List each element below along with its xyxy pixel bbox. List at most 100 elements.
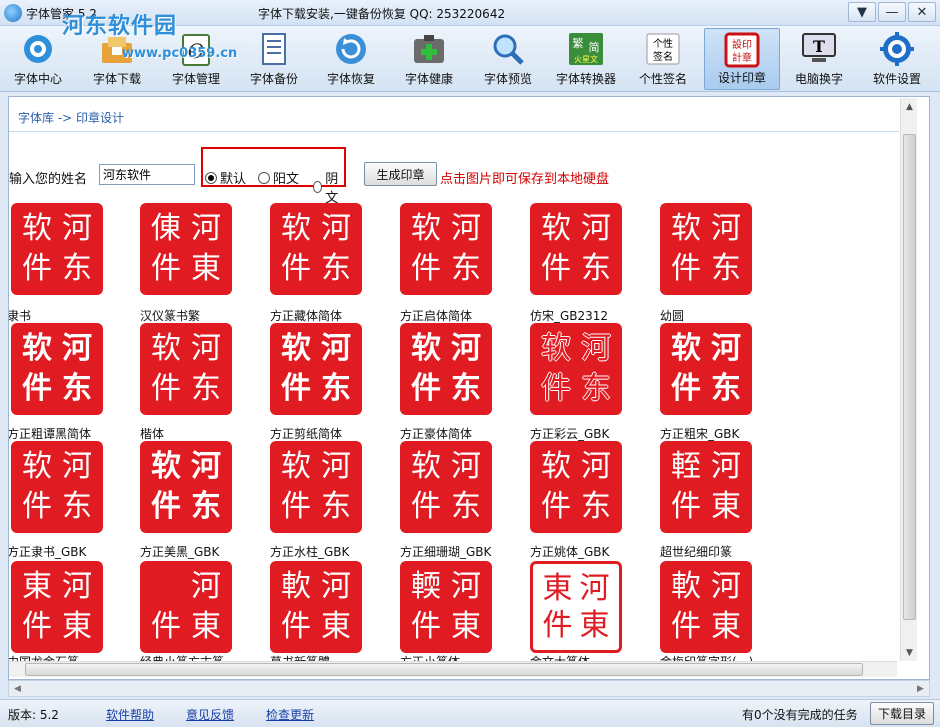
seal-preview-image[interactable]: 软河件东: [270, 323, 362, 415]
seal-char: 软: [671, 211, 701, 246]
toolbar-font-converter[interactable]: 繁简火星文 字体转换器: [548, 28, 624, 90]
seal-char: 東: [579, 607, 610, 643]
seal-char: 东: [711, 371, 741, 406]
scroll-right-arrow-icon[interactable]: ▶: [912, 681, 929, 696]
seal-char: 东: [451, 251, 481, 286]
seal-preview-image[interactable]: 软河件东: [530, 203, 622, 295]
scroll-left-arrow-icon[interactable]: ◀: [9, 681, 26, 696]
seal-char: 東: [191, 251, 221, 286]
toolbar-font-health[interactable]: 字体健康: [391, 28, 467, 90]
seal-preview-image[interactable]: 東河件東: [11, 561, 103, 653]
toolbar-settings-gear[interactable]: 软件设置: [859, 28, 935, 90]
radio-default[interactable]: 默认: [205, 168, 246, 187]
seal-char: 件: [151, 489, 181, 524]
seal-char: 件: [411, 371, 441, 406]
radio-yang[interactable]: 阳文: [258, 168, 299, 187]
toolbar-font-restore[interactable]: 字体恢复: [313, 28, 389, 90]
seal-char: 件: [151, 371, 181, 406]
seal-preview-image[interactable]: 软河件东: [530, 441, 622, 533]
svg-text:計章: 計章: [732, 51, 752, 64]
seal-preview-image[interactable]: 软河件东: [140, 323, 232, 415]
menu-dropdown-button[interactable]: ▼: [848, 2, 876, 22]
seal-preview-image[interactable]: 软河件东: [270, 441, 362, 533]
seal-characters: 软河件东: [17, 209, 97, 289]
toolbar-seal-design[interactable]: 設印 計章 设计印章: [704, 28, 780, 90]
seal-characters: 软河件东: [666, 209, 746, 289]
seal-char: 件: [541, 251, 571, 286]
minimize-button[interactable]: —: [878, 2, 906, 22]
toolbar-computer-font[interactable]: T 电脑换字: [781, 28, 857, 90]
radio-yin[interactable]: 阴文: [313, 168, 344, 206]
svg-text:T: T: [813, 37, 825, 56]
seal-preview-image[interactable]: 河件東: [140, 561, 232, 653]
seal-preview-image[interactable]: 輭河件東: [400, 561, 492, 653]
seal-preview-image[interactable]: 軟河件東: [270, 561, 362, 653]
generate-seal-button[interactable]: 生成印章: [364, 162, 437, 186]
seal-char: 件: [22, 609, 52, 644]
seal-char: 件: [541, 371, 571, 406]
seal-preview-image[interactable]: 软河件东: [270, 203, 362, 295]
seal-char: 輊: [671, 449, 701, 484]
close-button[interactable]: ✕: [908, 2, 936, 22]
seal-preview-image[interactable]: 软河件东: [11, 441, 103, 533]
toolbar-label: 字体下载: [92, 72, 141, 86]
seal-preview-image[interactable]: 輊河件東: [660, 441, 752, 533]
name-input[interactable]: [99, 164, 195, 185]
seal-char: 河: [579, 570, 610, 606]
seal-char: 河: [321, 449, 351, 484]
seal-preview-image[interactable]: 東河件東: [530, 561, 622, 653]
vertical-scrollbar[interactable]: ▲ ▼: [900, 98, 917, 661]
window-controls: ▼ — ✕: [848, 2, 936, 22]
scroll-up-arrow-icon[interactable]: ▲: [901, 98, 918, 115]
seal-char: 河: [62, 331, 92, 366]
seal-char: 软: [281, 211, 311, 246]
toolbar-label: 字体转换器: [555, 72, 616, 86]
seal-char: 件: [671, 251, 701, 286]
seal-preview-image[interactable]: 软河件东: [400, 323, 492, 415]
font-name-label: 方正美黑_GBK: [140, 545, 220, 559]
seal-preview-image[interactable]: 倲河件東: [140, 203, 232, 295]
feedback-link[interactable]: 意见反馈: [186, 706, 234, 723]
radio-yin-label: 阴文: [325, 172, 339, 206]
toolbar-signature[interactable]: 个性 签名 个性签名: [625, 28, 701, 90]
check-update-link[interactable]: 检查更新: [266, 706, 314, 723]
seal-char: 河: [451, 331, 481, 366]
breadcrumb[interactable]: 字体库 -> 印章设计: [18, 109, 124, 126]
font-name-label: 方正藏体简体: [270, 309, 343, 323]
seal-preview-image[interactable]: 软河件东: [140, 441, 232, 533]
seal-preview-image[interactable]: 软河件东: [660, 323, 752, 415]
vertical-scroll-thumb[interactable]: [903, 134, 916, 620]
inner-horizontal-scrollbar[interactable]: [9, 661, 897, 677]
download-folder-button[interactable]: 下载目录: [870, 702, 934, 725]
radio-yang-dot: [258, 171, 270, 184]
seal-char: 件: [411, 489, 441, 524]
seal-char: 件: [151, 251, 181, 286]
radio-yin-dot: [313, 181, 323, 193]
toolbar-font-backup[interactable]: 字体备份: [236, 28, 312, 90]
seal-char: 東: [451, 609, 481, 644]
seal-preview-image[interactable]: 软河件东: [400, 203, 492, 295]
font-name-label: 方正豪体简体: [400, 427, 473, 441]
seal-preview-image[interactable]: 软河件东: [530, 323, 622, 415]
seal-char: 東: [711, 609, 741, 644]
seal-char: 东: [321, 371, 351, 406]
horizontal-scrollbar[interactable]: ◀ ▶: [8, 680, 930, 697]
toolbar-font-preview[interactable]: 字体预览: [470, 28, 546, 90]
seal-preview-image[interactable]: 软河件东: [400, 441, 492, 533]
seal-preview-image[interactable]: 软河件东: [11, 323, 103, 415]
seal-preview-image[interactable]: 软河件东: [660, 203, 752, 295]
seal-char: 东: [581, 489, 611, 524]
inner-horizontal-scroll-thumb[interactable]: [25, 663, 863, 676]
help-link[interactable]: 软件帮助: [106, 706, 154, 723]
font-name-label: 汉仪篆书繁: [140, 309, 201, 323]
seal-char: 东: [62, 489, 92, 524]
svg-text:火星文: 火星文: [574, 54, 598, 64]
title-slogan: 字体下载安装,一键备份恢复 QQ: 253220642: [258, 7, 506, 21]
scroll-down-arrow-icon[interactable]: ▼: [901, 644, 918, 661]
computer-font-icon: T: [799, 30, 839, 68]
seal-characters: 河件東: [146, 567, 226, 647]
seal-preview-image[interactable]: 软河件东: [11, 203, 103, 295]
seal-preview-image[interactable]: 軟河件東: [660, 561, 752, 653]
seal-char: 東: [711, 489, 741, 524]
toolbar-label: 字体预览: [483, 72, 532, 86]
